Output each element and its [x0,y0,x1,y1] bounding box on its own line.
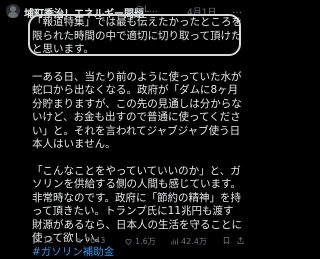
repost-count: 7043 [85,236,105,245]
heart-icon [124,237,133,246]
bookmark-button[interactable] [222,236,231,245]
like-button[interactable]: 1.6万 [124,236,156,247]
views-icon [170,237,179,246]
like-count: 1.6万 [135,236,156,247]
reply-icon [32,236,41,245]
paragraph-3: 「こんなことをやっていていいのか」と、ガソリンを供給する側の人間も感じています。… [32,165,242,246]
bookmark-icon [222,236,231,245]
reply-button[interactable]: 12 [32,236,53,245]
action-bar: 12 7043 1.6万 42.4万 [32,236,242,248]
avatar[interactable] [6,4,20,18]
tweet-text: 「報道特集」では最も伝えたかったところを限られた時間の中で適切に切り取って頂けた… [32,16,242,259]
share-button[interactable] [236,236,245,245]
tweet: 埔町季治！エネルギー問題 @L... 4月1日 … 「報道特集」では最も伝えたか… [0,0,245,250]
reply-count: 12 [43,236,53,245]
repost-button[interactable]: 7043 [74,236,105,245]
highlight-quote: 「報道特集」では最も伝えたかったところを限られた時間の中で適切に切り取って頂けた… [32,16,242,57]
views-button[interactable]: 42.4万 [170,236,207,247]
paragraph-2: 一ある日、当たり前のように使っていた水が蛇口から出なくなる。政府が「ダムに8ヶ月… [32,71,242,152]
share-icon [236,236,245,245]
views-count: 42.4万 [181,236,207,247]
repost-icon [74,236,83,245]
